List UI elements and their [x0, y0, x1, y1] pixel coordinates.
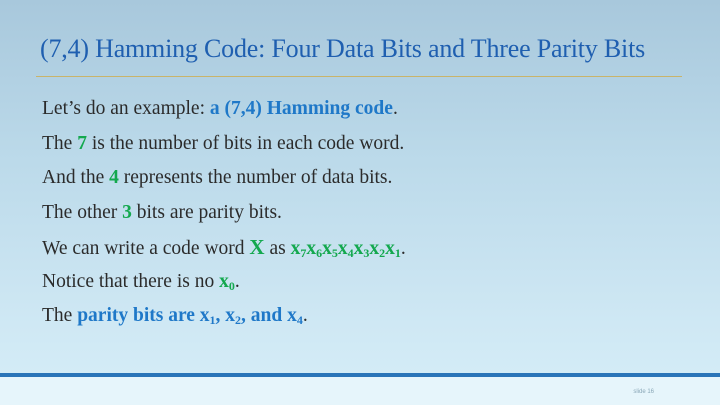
body-line-2: The 7 is the number of bits in each code… [42, 129, 682, 164]
line-5-end: . [400, 238, 406, 259]
parity-bits-phrase: parity bits are x1, x2, and x4 [77, 305, 303, 326]
body-line-1: Let’s do an example: a (7,4) Hamming cod… [42, 94, 682, 129]
parity-part-1: parity bits are x [77, 305, 210, 326]
x-5: x [322, 238, 332, 259]
line-3-number: 4 [109, 167, 119, 188]
body-line-5: We can write a code word X as x7x6x5x4x3… [42, 232, 682, 267]
line-4-end: bits are parity bits. [131, 201, 282, 223]
line-7-text: The [42, 305, 78, 326]
parity-part-2: , x [215, 305, 236, 326]
x0-letter: x [219, 270, 229, 292]
line-6-text: Notice that there is no [42, 270, 220, 292]
body-line-4: The other 3 bits are parity bits. [42, 198, 682, 233]
line-1-highlight: a (7,4) Hamming code [209, 98, 393, 119]
x0-term: x0 [219, 271, 235, 292]
line-3-text: And the [42, 167, 110, 188]
line-4-text: The other [42, 201, 123, 223]
line-3-end: represents the number of data bits. [118, 167, 393, 188]
codeword-variable: X [249, 235, 265, 259]
slide-number: slide 16 [633, 389, 654, 395]
body-line-7: The parity bits are x1, x2, and x4. [42, 301, 682, 336]
slide-title: (7,4) Hamming Code: Four Data Bits and T… [40, 34, 646, 63]
parity-part-3: , and x [241, 305, 297, 326]
line-2-text: The [42, 132, 78, 154]
x-6: x [306, 238, 317, 259]
x-4: x [337, 238, 348, 259]
line-7-end: . [302, 305, 308, 326]
x-7: x [290, 238, 301, 259]
line-1-end: . [392, 98, 398, 119]
line-5-mid: as [264, 238, 291, 259]
slide-body: Let’s do an example: a (7,4) Hamming cod… [42, 94, 682, 336]
line-5-text: We can write a code word [42, 238, 250, 259]
line-4-number: 3 [122, 201, 132, 223]
line-2-end: is the number of bits in each code word. [86, 132, 405, 154]
title-divider [36, 76, 682, 77]
line-1-text: Let’s do an example: [42, 98, 210, 119]
slide: (7,4) Hamming Code: Four Data Bits and T… [0, 0, 720, 405]
x-2: x [369, 238, 380, 259]
line-6-end: . [234, 270, 240, 292]
footer-area [0, 377, 720, 405]
body-line-6: Notice that there is no x0. [42, 267, 682, 302]
codeword-expression: x7x6x5x4x3x2x1 [291, 238, 401, 259]
x-3: x [353, 238, 364, 259]
x-1: x [385, 238, 395, 259]
body-line-3: And the 4 represents the number of data … [42, 163, 682, 198]
line-2-number: 7 [77, 132, 87, 154]
